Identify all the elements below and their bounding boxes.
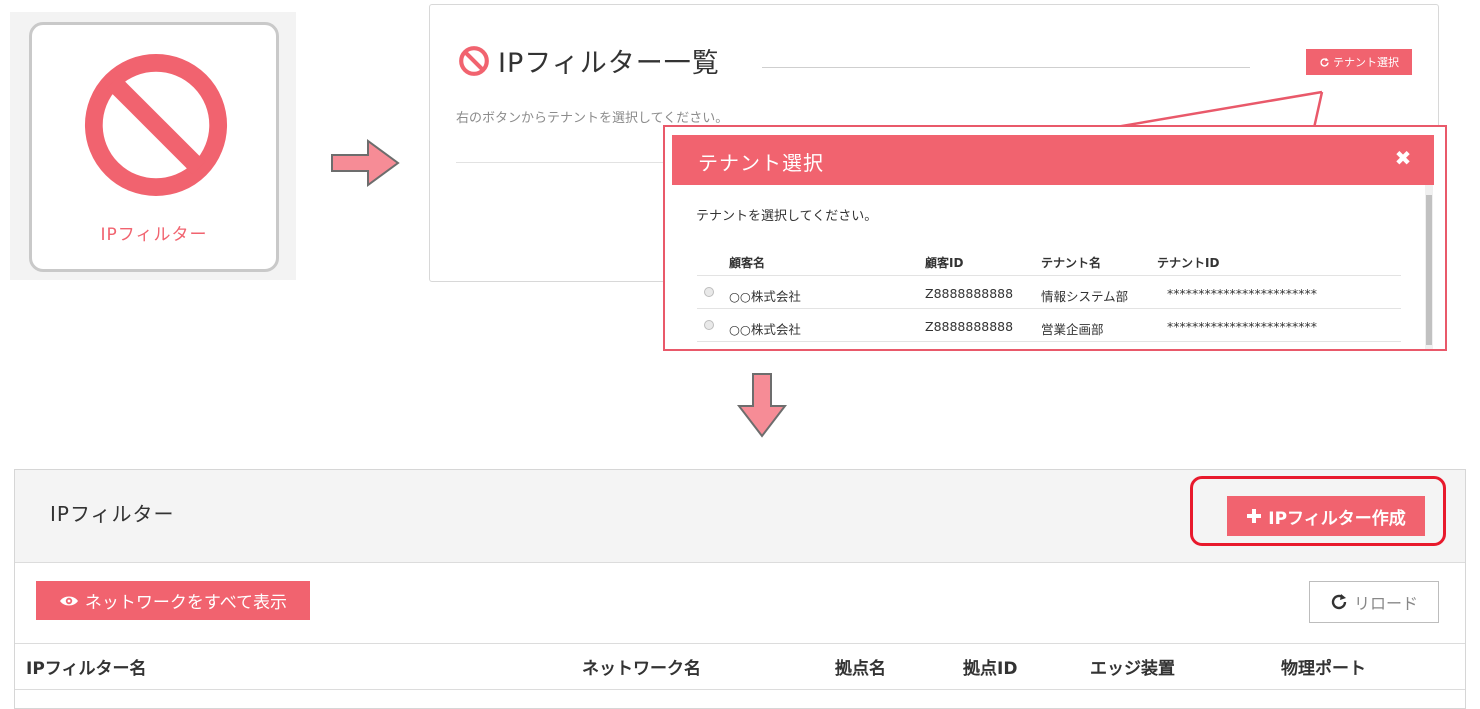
reload-label: リロード (1353, 594, 1418, 613)
create-ip-filter-label: IPフィルター作成 (1268, 508, 1406, 529)
prohibited-icon (459, 46, 489, 76)
modal-prompt: テナントを選択してください。 (696, 209, 878, 224)
content-divider (456, 162, 676, 163)
table-header: 顧客名 顧客ID テナント名 テナントID (697, 245, 1401, 276)
tenant-id: ************************ (1167, 319, 1317, 334)
plus-icon (1247, 509, 1262, 523)
arrow-down-icon (737, 373, 787, 438)
refresh-icon (1320, 57, 1329, 67)
modal-scrollbar[interactable] (1425, 185, 1433, 349)
table-header-divider (15, 689, 1465, 690)
reload-icon (1331, 594, 1347, 610)
tenant-select-modal: テナント選択 ✖ テナントを選択してください。 顧客名 顧客ID テナント名 テ… (663, 125, 1447, 351)
column-network-name[interactable]: ネットワーク名 (582, 654, 701, 679)
create-ip-filter-button[interactable]: IPフィルター作成 (1227, 496, 1425, 536)
table-row[interactable]: ○○株式会社 Z8888888888 営業企画部 ***************… (697, 309, 1401, 342)
column-edge-device[interactable]: エッジ装置 (1090, 654, 1175, 679)
tenant-select-label: テナント選択 (1333, 56, 1399, 69)
column-physical-port[interactable]: 物理ポート (1281, 654, 1366, 679)
title-divider (762, 67, 1250, 68)
tenant-radio[interactable] (704, 287, 714, 297)
tile-label: IPフィルター (100, 225, 208, 245)
column-customer-name: 顧客名 (729, 256, 766, 270)
column-site-id[interactable]: 拠点ID (963, 654, 1017, 679)
column-tenant-name: テナント名 (1041, 256, 1102, 270)
reload-button[interactable]: リロード (1309, 581, 1439, 623)
select-tenant-hint: 右のボタンからテナントを選択してください。 (456, 111, 729, 126)
prohibited-icon (84, 53, 228, 197)
table-row[interactable]: ○○株式会社 Z8888888888 情報システム部 *************… (697, 276, 1401, 309)
column-site-name[interactable]: 拠点名 (835, 654, 886, 679)
customer-name: ○○株式会社 (729, 289, 801, 304)
modal-header: テナント選択 ✖ (672, 135, 1434, 185)
panel-title: IPフィルター (50, 502, 175, 526)
modal-title: テナント選択 (698, 151, 824, 175)
column-ip-filter-name[interactable]: IPフィルター名 (26, 654, 146, 679)
ip-filter-tile[interactable]: IPフィルター (29, 22, 279, 272)
show-all-networks-button[interactable]: ネットワークをすべて表示 (36, 581, 310, 620)
tenant-name: 営業企画部 (1041, 322, 1104, 337)
show-all-networks-label: ネットワークをすべて表示 (84, 593, 288, 613)
column-customer-id: 顧客ID (925, 256, 964, 270)
table-top-divider (15, 643, 1465, 644)
tenant-id: ************************ (1167, 286, 1317, 301)
ip-filter-panel: IPフィルター IPフィルター作成 ネットワークをすべて表示 リロード IPフィ… (14, 469, 1466, 709)
page-title: IPフィルター一覧 (498, 48, 720, 79)
tenant-table: 顧客名 顧客ID テナント名 テナントID ○○株式会社 Z8888888888… (697, 245, 1401, 342)
customer-id: Z8888888888 (925, 319, 1014, 334)
eye-icon (59, 596, 78, 605)
column-tenant-id: テナントID (1157, 256, 1220, 270)
customer-name: ○○株式会社 (729, 322, 801, 337)
arrow-right-icon (331, 139, 400, 187)
close-icon[interactable]: ✖ (1392, 147, 1414, 169)
tenant-radio[interactable] (704, 320, 714, 330)
panel-header: IPフィルター IPフィルター作成 (15, 470, 1465, 563)
tenant-select-button[interactable]: テナント選択 (1306, 49, 1412, 75)
customer-id: Z8888888888 (925, 286, 1014, 301)
tenant-name: 情報システム部 (1041, 289, 1129, 304)
scrollbar-thumb[interactable] (1426, 195, 1432, 345)
